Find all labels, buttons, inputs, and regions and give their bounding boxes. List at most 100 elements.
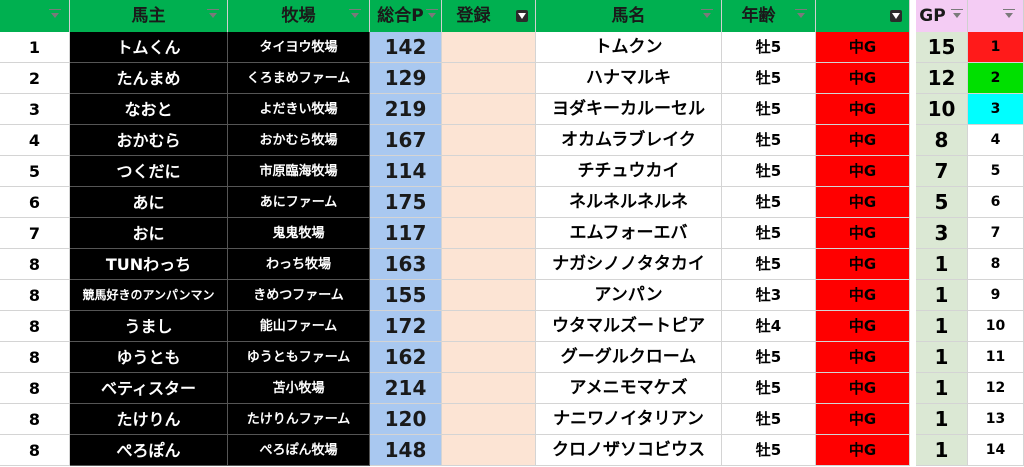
farm-cell[interactable]: 苫小牧場	[228, 373, 370, 404]
gp-cell[interactable]: 1	[916, 435, 968, 466]
age-cell[interactable]: 牡5	[722, 218, 816, 249]
farm-cell[interactable]: 市原臨海牧場	[228, 156, 370, 187]
owner-cell[interactable]: つくだに	[70, 156, 228, 187]
owner-cell[interactable]: たんまめ	[70, 63, 228, 94]
number-cell[interactable]: 2	[968, 63, 1024, 94]
farm-cell[interactable]: わっち牧場	[228, 249, 370, 280]
dropdown-arrow-icon[interactable]	[349, 9, 361, 22]
gp-cell[interactable]: 7	[916, 156, 968, 187]
gp-cell[interactable]: 12	[916, 63, 968, 94]
farm-cell[interactable]: たけりんファーム	[228, 404, 370, 435]
registration-cell[interactable]	[442, 63, 536, 94]
registration-cell[interactable]	[442, 342, 536, 373]
points-cell[interactable]: 120	[370, 404, 442, 435]
owner-cell[interactable]: あに	[70, 187, 228, 218]
header-registration[interactable]: 登録	[442, 0, 536, 32]
age-cell[interactable]: 牡5	[722, 404, 816, 435]
gp-cell[interactable]: 1	[916, 311, 968, 342]
points-cell[interactable]: 155	[370, 280, 442, 311]
farm-cell[interactable]: タイヨウ牧場	[228, 32, 370, 63]
gp-cell[interactable]: 1	[916, 280, 968, 311]
rank-cell[interactable]: 7	[0, 218, 70, 249]
number-cell[interactable]: 12	[968, 373, 1024, 404]
header-owner[interactable]: 馬主	[70, 0, 228, 32]
registration-cell[interactable]	[442, 249, 536, 280]
points-cell[interactable]: 163	[370, 249, 442, 280]
number-cell[interactable]: 9	[968, 280, 1024, 311]
age-cell[interactable]: 牡5	[722, 342, 816, 373]
grade-cell[interactable]: 中G	[816, 280, 910, 311]
farm-cell[interactable]: おかむら牧場	[228, 125, 370, 156]
farm-cell[interactable]: よだきい牧場	[228, 94, 370, 125]
age-cell[interactable]: 牡5	[722, 63, 816, 94]
horse-name-cell[interactable]: トムクン	[536, 32, 722, 63]
grade-cell[interactable]: 中G	[816, 94, 910, 125]
registration-cell[interactable]	[442, 94, 536, 125]
number-cell[interactable]: 10	[968, 311, 1024, 342]
owner-cell[interactable]: なおと	[70, 94, 228, 125]
horse-name-cell[interactable]: アンパン	[536, 280, 722, 311]
age-cell[interactable]: 牡5	[722, 156, 816, 187]
horse-name-cell[interactable]: ネルネルネルネ	[536, 187, 722, 218]
grade-cell[interactable]: 中G	[816, 218, 910, 249]
owner-cell[interactable]: おに	[70, 218, 228, 249]
owner-cell[interactable]: ゆうとも	[70, 342, 228, 373]
header-farm[interactable]: 牧場	[228, 0, 370, 32]
age-cell[interactable]: 牡4	[722, 311, 816, 342]
registration-cell[interactable]	[442, 187, 536, 218]
age-cell[interactable]: 牡5	[722, 94, 816, 125]
number-cell[interactable]: 4	[968, 125, 1024, 156]
gp-cell[interactable]: 1	[916, 249, 968, 280]
gp-cell[interactable]: 1	[916, 404, 968, 435]
rank-cell[interactable]: 6	[0, 187, 70, 218]
points-cell[interactable]: 167	[370, 125, 442, 156]
filter-icon[interactable]	[516, 10, 528, 22]
grade-cell[interactable]: 中G	[816, 249, 910, 280]
age-cell[interactable]: 牡5	[722, 125, 816, 156]
number-cell[interactable]: 8	[968, 249, 1024, 280]
age-cell[interactable]: 牡5	[722, 187, 816, 218]
rank-cell[interactable]: 1	[0, 32, 70, 63]
header-number[interactable]	[968, 0, 1024, 32]
owner-cell[interactable]: たけりん	[70, 404, 228, 435]
farm-cell[interactable]: くろまめファーム	[228, 63, 370, 94]
points-cell[interactable]: 142	[370, 32, 442, 63]
header-rank[interactable]	[0, 0, 70, 32]
rank-cell[interactable]: 8	[0, 249, 70, 280]
horse-name-cell[interactable]: エムフォーエバ	[536, 218, 722, 249]
gp-cell[interactable]: 3	[916, 218, 968, 249]
registration-cell[interactable]	[442, 373, 536, 404]
owner-cell[interactable]: 競馬好きのアンパンマン	[70, 280, 228, 311]
header-age[interactable]: 年齢	[722, 0, 816, 32]
header-grade[interactable]	[816, 0, 910, 32]
grade-cell[interactable]: 中G	[816, 311, 910, 342]
rank-cell[interactable]: 8	[0, 404, 70, 435]
rank-cell[interactable]: 2	[0, 63, 70, 94]
rank-cell[interactable]: 8	[0, 373, 70, 404]
horse-name-cell[interactable]: ハナマルキ	[536, 63, 722, 94]
header-points[interactable]: 総合P	[370, 0, 442, 32]
dropdown-arrow-icon[interactable]	[951, 9, 963, 22]
points-cell[interactable]: 114	[370, 156, 442, 187]
horse-name-cell[interactable]: アメニモマケズ	[536, 373, 722, 404]
registration-cell[interactable]	[442, 156, 536, 187]
age-cell[interactable]: 牡5	[722, 435, 816, 466]
grade-cell[interactable]: 中G	[816, 435, 910, 466]
farm-cell[interactable]: 鬼鬼牧場	[228, 218, 370, 249]
registration-cell[interactable]	[442, 404, 536, 435]
number-cell[interactable]: 1	[968, 32, 1024, 63]
header-gp[interactable]: GP	[916, 0, 968, 32]
number-cell[interactable]: 5	[968, 156, 1024, 187]
farm-cell[interactable]: あにファーム	[228, 187, 370, 218]
dropdown-arrow-icon[interactable]	[49, 9, 61, 22]
dropdown-arrow-icon[interactable]	[207, 9, 219, 22]
dropdown-arrow-icon[interactable]	[795, 9, 807, 22]
rank-cell[interactable]: 8	[0, 311, 70, 342]
number-cell[interactable]: 13	[968, 404, 1024, 435]
grade-cell[interactable]: 中G	[816, 342, 910, 373]
registration-cell[interactable]	[442, 435, 536, 466]
grade-cell[interactable]: 中G	[816, 373, 910, 404]
farm-cell[interactable]: きめつファーム	[228, 280, 370, 311]
number-cell[interactable]: 7	[968, 218, 1024, 249]
gp-cell[interactable]: 5	[916, 187, 968, 218]
